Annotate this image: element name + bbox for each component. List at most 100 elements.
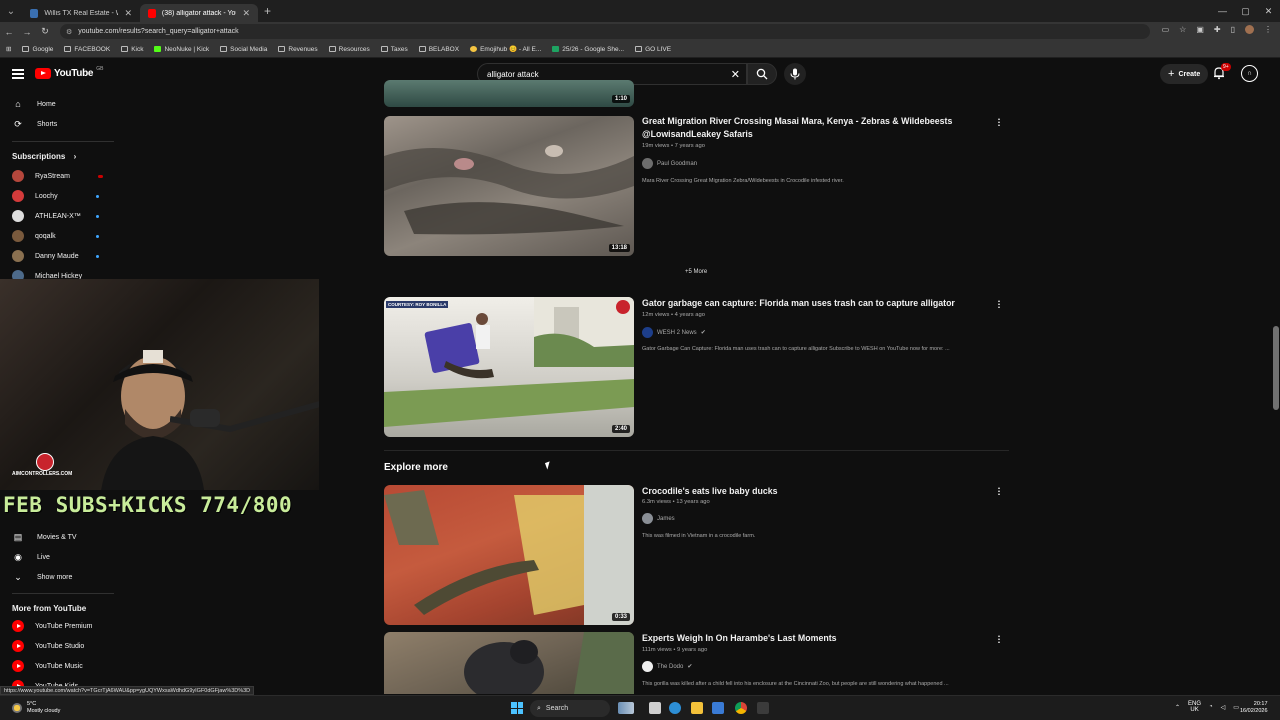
- subscriptions-heading[interactable]: Subscriptions ›: [12, 152, 76, 161]
- live-icon: ◉: [14, 551, 22, 562]
- minimize-button[interactable]: —: [1211, 6, 1234, 16]
- volume-icon[interactable]: ◁: [1221, 704, 1226, 711]
- youtube-logo[interactable]: YouTube GB: [35, 66, 103, 79]
- maximize-button[interactable]: ▢: [1234, 6, 1257, 17]
- start-button[interactable]: [511, 702, 523, 714]
- wifi-icon[interactable]: ◔: [1209, 704, 1213, 710]
- channel-link[interactable]: WESH 2 News ✔: [642, 327, 706, 338]
- sidebar-item-home[interactable]: ⌂ Home: [0, 94, 115, 114]
- tray-overflow-icon[interactable]: ⌃: [1175, 704, 1180, 711]
- bookmark-resources[interactable]: Resources: [328, 46, 370, 53]
- scrollbar-thumb[interactable]: [1273, 326, 1279, 410]
- sidebar-sub-qoqalk[interactable]: qoqalk: [0, 226, 115, 246]
- sidebar-item-youtube-music[interactable]: YouTube Music: [0, 656, 115, 676]
- guide-menu-icon[interactable]: [12, 69, 24, 79]
- forward-button[interactable]: →: [18, 27, 36, 37]
- video-thumbnail[interactable]: 13:18: [384, 116, 634, 256]
- close-tab-icon[interactable]: ✕: [124, 8, 132, 19]
- bookmark-star-icon[interactable]: ☆: [1179, 25, 1186, 34]
- close-window-button[interactable]: ✕: [1257, 6, 1280, 17]
- cast-icon[interactable]: ▭: [1162, 25, 1170, 34]
- sidebar-sub-danny-maude[interactable]: Danny Maude: [0, 246, 115, 266]
- sidebar-item-youtube-studio[interactable]: YouTube Studio: [0, 636, 115, 656]
- address-bar[interactable]: ⚙ youtube.com/results?search_query=allig…: [60, 24, 1150, 39]
- chrome-icon[interactable]: [735, 702, 747, 714]
- file-explorer-icon[interactable]: [691, 702, 703, 714]
- video-options-icon[interactable]: ...: [996, 482, 1002, 497]
- voice-search-button[interactable]: [784, 63, 806, 85]
- bookmark-neonuke[interactable]: NeoNuke | Kick: [154, 46, 209, 53]
- bookmark-kick[interactable]: Kick: [121, 46, 143, 53]
- link-status-bubble: https://www.youtube.com/watch?v=TGcrTjA6…: [0, 686, 255, 695]
- browser-menu-icon[interactable]: ⋮: [1264, 25, 1272, 34]
- video-title[interactable]: Experts Weigh In On Harambe's Last Momen…: [642, 632, 972, 645]
- new-tab-button[interactable]: +: [264, 4, 271, 18]
- site-info-icon[interactable]: ⚙: [66, 28, 72, 36]
- bookmark-taxes[interactable]: Taxes: [380, 46, 408, 53]
- video-options-icon[interactable]: ...: [996, 295, 1002, 310]
- sidebar-sub-athlean-x[interactable]: ATHLEAN-X™: [0, 206, 115, 226]
- task-view-icon[interactable]: [649, 702, 661, 714]
- battery-icon[interactable]: ▭: [1233, 704, 1239, 711]
- bookmark-google-sheet[interactable]: 25/26 - Google She...: [552, 46, 624, 53]
- close-tab-icon[interactable]: ✕: [242, 8, 250, 19]
- sidebar-item-live[interactable]: ◉ Live: [0, 547, 115, 567]
- channel-link[interactable]: James: [642, 513, 675, 524]
- sidebar-item-shorts[interactable]: ⟳ Shorts: [0, 114, 115, 134]
- create-button[interactable]: + Create: [1160, 64, 1209, 84]
- app-icon[interactable]: [757, 702, 769, 714]
- sidebar-item-label: Home: [37, 100, 56, 108]
- sidebar-item-movies-tv[interactable]: ▤ Movies & TV: [0, 527, 115, 547]
- bookmark-revenues[interactable]: Revenues: [278, 46, 318, 53]
- page-scrollbar[interactable]: [1272, 64, 1280, 694]
- channel-link[interactable]: Paul Goodman: [642, 158, 697, 169]
- back-button[interactable]: ←: [0, 27, 18, 37]
- channel-link[interactable]: The Dodo ✔: [642, 661, 692, 672]
- more-results-link[interactable]: +5 More: [685, 269, 707, 275]
- video-options-icon[interactable]: ...: [996, 630, 1002, 645]
- video-thumbnail[interactable]: [384, 632, 634, 694]
- taskbar-clock[interactable]: 20:17 16/02/2026: [1240, 701, 1268, 715]
- apps-grid-icon[interactable]: ⊞: [6, 45, 11, 53]
- video-thumbnail[interactable]: 1:10: [384, 80, 634, 107]
- sidebar-sub-loochy[interactable]: Loochy: [0, 186, 115, 206]
- notifications-button[interactable]: 9+: [1212, 63, 1231, 82]
- taskbar-search[interactable]: ⌕ Search: [530, 700, 610, 717]
- bookmark-belabox[interactable]: BELABOX: [418, 46, 459, 53]
- video-title[interactable]: Gator garbage can capture: Florida man u…: [642, 297, 972, 310]
- edge-icon[interactable]: [669, 702, 681, 714]
- bookmark-social-media[interactable]: Social Media: [220, 46, 267, 53]
- video-title[interactable]: Great Migration River Crossing Masai Mar…: [642, 115, 972, 140]
- steam-icon[interactable]: [712, 702, 724, 714]
- bookmark-google[interactable]: Google: [22, 46, 53, 53]
- language-indicator[interactable]: ENG UK: [1188, 701, 1201, 713]
- browser-tab-willis[interactable]: Willis TX Real Estate - Willis TX ✕: [22, 4, 140, 22]
- search-button[interactable]: [747, 63, 777, 85]
- weather-widget[interactable]: 5°C Mostly cloudy: [12, 701, 60, 715]
- browser-toolbar: ← → ↻ ⚙ youtube.com/results?search_query…: [0, 22, 1280, 41]
- sidepanel-icon[interactable]: ▯: [1231, 25, 1235, 34]
- account-avatar[interactable]: ∩: [1241, 65, 1258, 82]
- bookmark-go-live[interactable]: GO LIVE: [635, 46, 671, 53]
- video-options-icon[interactable]: ...: [996, 113, 1002, 128]
- sidebar-sub-ryastream[interactable]: RyaStream: [0, 166, 115, 186]
- extension-icon[interactable]: ▣: [1196, 25, 1204, 34]
- video-thumbnail[interactable]: COURTESY: ROY BONILLA 2:40: [384, 297, 634, 437]
- browser-tab-youtube[interactable]: (38) alligator attack - YouTube ✕: [140, 4, 258, 22]
- widget-app-icon[interactable]: [618, 702, 634, 714]
- sidebar-item-youtube-premium[interactable]: YouTube Premium: [0, 616, 115, 636]
- bookmark-facebook[interactable]: FACEBOOK: [64, 46, 110, 53]
- sidebar-show-more[interactable]: ⌄ Show more: [0, 567, 115, 587]
- bookmark-emojihub[interactable]: Emojihub 😊 - All E...: [470, 45, 541, 53]
- profile-avatar[interactable]: [1245, 25, 1254, 34]
- extensions-puzzle-icon[interactable]: ✚: [1214, 25, 1221, 34]
- video-thumbnail[interactable]: 0:33: [384, 485, 634, 625]
- folder-icon: [418, 46, 426, 52]
- clear-search-icon[interactable]: ✕: [731, 68, 740, 81]
- tab-search-icon[interactable]: ⌄: [0, 6, 22, 17]
- video-title[interactable]: Crocodile's eats live baby ducks: [642, 485, 972, 498]
- region-code: UK: [1190, 707, 1199, 713]
- sidebar-item-label: Loochy: [35, 192, 58, 200]
- toolbar-actions: ▭ ☆ ▣ ✚ ▯ ⋮: [1162, 25, 1272, 34]
- reload-button[interactable]: ↻: [36, 26, 54, 37]
